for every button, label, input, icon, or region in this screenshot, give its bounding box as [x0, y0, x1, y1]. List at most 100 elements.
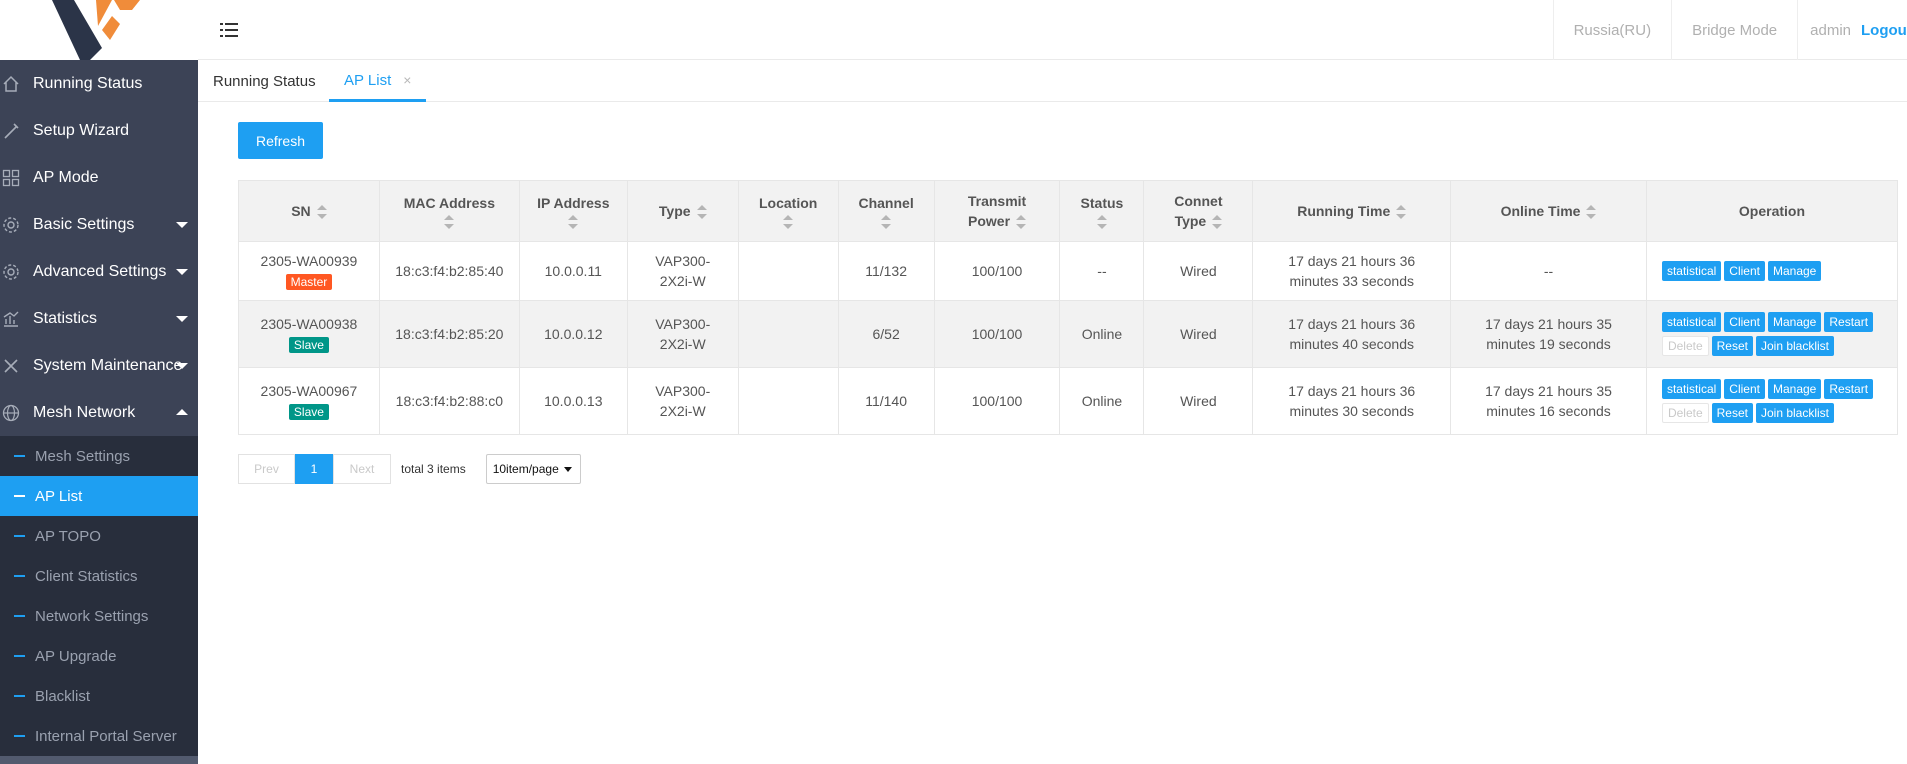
sort-icon[interactable]	[696, 205, 707, 220]
column-header-sn[interactable]: SN	[238, 180, 380, 242]
menu-toggle-icon[interactable]	[220, 22, 238, 38]
tab-running-status[interactable]: Running Status	[213, 61, 316, 102]
manage-button[interactable]: Manage	[1767, 261, 1822, 281]
join-blacklist-button[interactable]: Join blacklist	[1755, 336, 1835, 356]
page-size-select[interactable]: 10item/page	[485, 454, 581, 484]
cell-channel: 6/52	[837, 300, 935, 368]
sidebar-item-statistics[interactable]: Statistics	[0, 295, 198, 342]
column-header-channel[interactable]: Channel	[837, 180, 935, 242]
sort-icon[interactable]	[1016, 215, 1027, 230]
delete-button[interactable]: Delete	[1661, 336, 1709, 356]
sort-icon[interactable]	[1586, 205, 1597, 220]
cell-operation: statistical Client Manage Restart Delete…	[1645, 367, 1899, 435]
statistical-button[interactable]: statistical	[1661, 312, 1722, 332]
column-header-mac[interactable]: MAC Address	[378, 180, 520, 242]
sidebar-subitem-ap-list[interactable]: AP List	[0, 476, 198, 516]
sidebar-item-advanced-settings[interactable]: Advanced Settings	[0, 248, 198, 295]
top-header: Russia(RU) Bridge Mode admin Logou	[198, 0, 1907, 60]
role-badge: Slave	[288, 404, 329, 420]
sidebar-subitem-network-settings[interactable]: Network Settings	[0, 596, 198, 636]
gear-icon	[0, 214, 22, 236]
column-header-location[interactable]: Location	[737, 180, 839, 242]
tools-icon	[0, 355, 22, 377]
statistical-button[interactable]: statistical	[1661, 379, 1722, 399]
chevron-down-icon	[176, 269, 188, 275]
sort-icon[interactable]	[316, 205, 327, 220]
cell-channel: 11/140	[837, 367, 935, 435]
tab-ap-list[interactable]: AP List ×	[329, 61, 427, 102]
manage-button[interactable]: Manage	[1767, 379, 1822, 399]
column-header-type[interactable]: Type	[626, 180, 739, 242]
sidebar-item-label: Advanced Settings	[33, 262, 167, 280]
client-button[interactable]: Client	[1724, 379, 1765, 399]
sidebar: Running Status Setup Wizard AP Mode Basi…	[0, 0, 198, 764]
total-items-label: total 3 items	[401, 462, 466, 476]
reset-button[interactable]: Reset	[1711, 336, 1753, 356]
cell-online-time: 17 days 21 hours 35 minutes 19 seconds	[1450, 300, 1647, 368]
restart-button[interactable]: Restart	[1824, 379, 1874, 399]
sidebar-item-system-maintenance[interactable]: System Maintenance	[0, 342, 198, 389]
reset-button[interactable]: Reset	[1711, 403, 1753, 423]
column-header-connect-type[interactable]: Connet Type	[1143, 180, 1254, 242]
tab-bar: Running Status AP List ×	[198, 61, 1907, 102]
sidebar-item-basic-settings[interactable]: Basic Settings	[0, 201, 198, 248]
sidebar-item-running-status[interactable]: Running Status	[0, 60, 198, 107]
sidebar-item-mesh-network[interactable]: Mesh Network	[0, 389, 198, 436]
column-header-status[interactable]: Status	[1059, 180, 1145, 242]
sidebar-item-ap-mode[interactable]: AP Mode	[0, 154, 198, 201]
gear-icon	[0, 261, 22, 283]
sidebar-subitem-mesh-settings[interactable]: Mesh Settings	[0, 436, 198, 476]
next-page-button[interactable]: Next	[333, 454, 391, 484]
sidebar-subitem-label: Blacklist	[35, 687, 91, 705]
mode-indicator[interactable]: Bridge Mode	[1671, 0, 1797, 60]
sort-icon[interactable]	[1396, 205, 1407, 220]
delete-button[interactable]: Delete	[1661, 403, 1709, 423]
sidebar-subitem-label: Mesh Settings	[35, 447, 131, 465]
column-header-running-time[interactable]: Running Time	[1252, 180, 1452, 242]
manage-button[interactable]: Manage	[1767, 312, 1822, 332]
sidebar-subitem-blacklist[interactable]: Blacklist	[0, 676, 198, 716]
sort-icon[interactable]	[1212, 215, 1223, 230]
dash-icon	[14, 615, 25, 617]
sort-icon[interactable]	[783, 215, 794, 229]
dash-icon	[14, 455, 25, 457]
mesh-network-submenu: Mesh Settings AP List AP TOPO Client Sta…	[0, 436, 198, 756]
dash-icon	[14, 695, 25, 697]
refresh-button[interactable]: Refresh	[238, 122, 323, 159]
join-blacklist-button[interactable]: Join blacklist	[1755, 403, 1835, 423]
sidebar-subitem-ap-upgrade[interactable]: AP Upgrade	[0, 636, 198, 676]
role-badge: Master	[285, 274, 333, 290]
client-button[interactable]: Client	[1724, 261, 1765, 281]
column-header-transmit-power[interactable]: Transmit Power	[933, 180, 1061, 242]
cell-operation: statistical Client Manage Restart Delete…	[1645, 300, 1899, 368]
sidebar-subitem-client-statistics[interactable]: Client Statistics	[0, 556, 198, 596]
sidebar-subitem-ap-topo[interactable]: AP TOPO	[0, 516, 198, 556]
sidebar-menu: Running Status Setup Wizard AP Mode Basi…	[0, 60, 198, 756]
region-selector[interactable]: Russia(RU)	[1552, 0, 1672, 60]
column-header-online-time[interactable]: Online Time	[1450, 180, 1647, 242]
table-row: 2305-WA00938 Slave 18:c3:f4:b2:85:20 10.0…	[238, 300, 1899, 368]
restart-button[interactable]: Restart	[1824, 312, 1874, 332]
statistical-button[interactable]: statistical	[1661, 261, 1722, 281]
sort-icon[interactable]	[444, 215, 455, 229]
sort-icon[interactable]	[881, 215, 892, 229]
prev-page-button[interactable]: Prev	[238, 454, 295, 484]
sort-icon[interactable]	[568, 215, 579, 229]
sidebar-item-label: AP Mode	[33, 168, 99, 186]
ap-list-table: SN MAC Address IP Address Type Location …	[238, 180, 1899, 435]
sidebar-subitem-label: Client Statistics	[35, 567, 138, 585]
column-header-operation: Operation	[1645, 180, 1899, 242]
page-number-button[interactable]: 1	[295, 454, 333, 484]
chevron-down-icon	[176, 363, 188, 369]
sidebar-subitem-internal-portal-server[interactable]: Internal Portal Server	[0, 716, 198, 756]
close-icon[interactable]: ×	[403, 72, 411, 88]
column-header-ip[interactable]: IP Address	[518, 180, 628, 242]
role-badge: Slave	[288, 337, 329, 353]
client-button[interactable]: Client	[1724, 312, 1765, 332]
sidebar-subitem-label: AP Upgrade	[35, 647, 117, 665]
logout-link[interactable]: Logou	[1861, 0, 1907, 60]
dash-icon	[14, 575, 25, 577]
sidebar-item-setup-wizard[interactable]: Setup Wizard	[0, 107, 198, 154]
cell-status: Online	[1059, 300, 1145, 368]
sort-icon[interactable]	[1096, 215, 1107, 229]
